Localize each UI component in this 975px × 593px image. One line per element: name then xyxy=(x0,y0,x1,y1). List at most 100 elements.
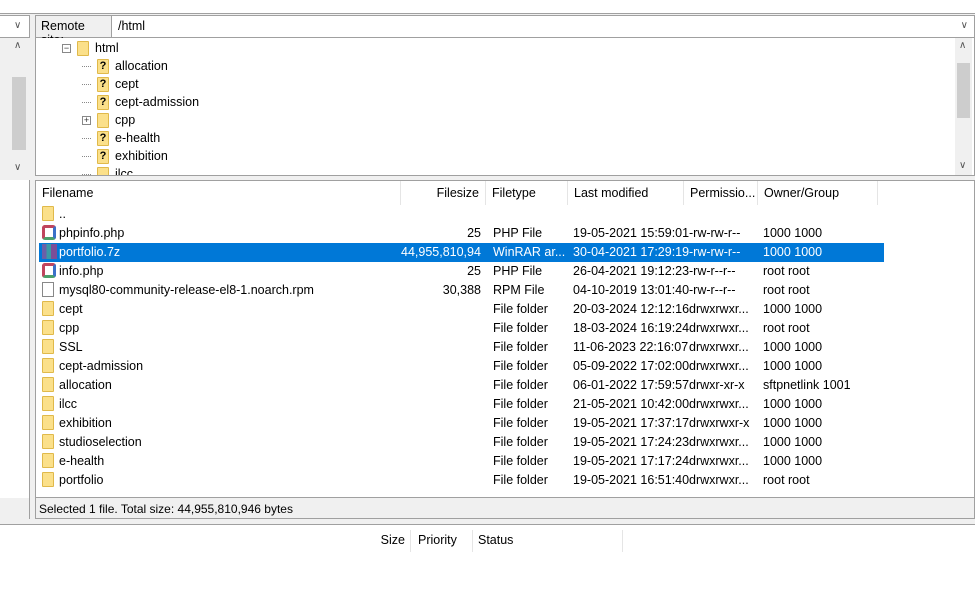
remote-file-list[interactable]: Filename Filesize Filetype Last modified Per… xyxy=(35,180,975,498)
file-name: cpp xyxy=(59,321,80,335)
file-row[interactable]: allocation File folder 06-01-2022 17:59:… xyxy=(39,376,884,395)
folder-icon xyxy=(42,377,54,392)
folder-icon xyxy=(97,166,109,175)
file-owner: root root xyxy=(763,283,810,297)
file-row[interactable]: info.php 25 PHP File 26-04-2021 19:12:23… xyxy=(39,262,884,281)
folder-icon xyxy=(42,206,54,221)
file-name: allocation xyxy=(59,378,112,392)
file-name: e-health xyxy=(59,454,105,468)
file-owner: 1000 1000 xyxy=(763,397,823,411)
archive-icon xyxy=(42,244,57,259)
file-owner: 1000 1000 xyxy=(763,226,823,240)
file-row[interactable]: exhibition File folder 19-05-2021 17:37:… xyxy=(39,414,884,433)
file-type: File folder xyxy=(493,378,548,392)
chevron-down-icon[interactable]: ∨ xyxy=(959,160,966,171)
file-row[interactable]: e-health File folder 19-05-2021 17:17:24… xyxy=(39,452,884,471)
tree-line xyxy=(82,137,91,139)
local-file-list[interactable] xyxy=(0,180,30,498)
file-permissions: drwxrwxr... xyxy=(689,321,749,335)
file-row[interactable]: cept File folder 20-03-2024 12:12:16 drw… xyxy=(39,300,884,319)
folder-icon xyxy=(42,453,54,468)
chevron-up-icon[interactable]: ∧ xyxy=(959,40,966,51)
file-row[interactable]: cept-admission File folder 05-09-2022 17… xyxy=(39,357,884,376)
file-type: PHP File xyxy=(493,264,543,278)
file-permissions: drwxrwxr... xyxy=(689,435,749,449)
column-header-type[interactable]: Filetype xyxy=(486,181,568,205)
php-file-icon xyxy=(42,225,56,240)
scrollbar-thumb[interactable] xyxy=(12,77,26,150)
tree-item[interactable]: ? exhibition xyxy=(82,147,168,165)
chevron-down-icon: ∨ xyxy=(14,20,22,31)
tree-item[interactable]: ? cept-admission xyxy=(82,93,199,111)
file-type: File folder xyxy=(493,321,548,335)
tree-item[interactable]: + cpp xyxy=(82,111,135,129)
file-modified: 19-05-2021 16:51:40 xyxy=(573,473,690,487)
queue-col-status[interactable]: Status xyxy=(473,530,623,552)
column-header-modified[interactable]: Last modified xyxy=(568,181,684,205)
minus-expander-icon[interactable]: − xyxy=(62,43,71,53)
tree-item[interactable]: ? allocation xyxy=(82,57,168,75)
tree-item[interactable]: − html xyxy=(62,39,119,57)
file-name: portfolio xyxy=(59,473,104,487)
file-owner: 1000 1000 xyxy=(763,454,823,468)
folder-icon xyxy=(42,434,54,449)
file-owner: 1000 1000 xyxy=(763,340,823,354)
folder-icon xyxy=(42,339,54,354)
tree-line xyxy=(82,83,91,85)
file-name: ilcc xyxy=(59,397,78,411)
remote-path-input[interactable]: /html xyxy=(118,19,145,33)
tree-line xyxy=(82,155,91,157)
tree-item[interactable]: ? cept xyxy=(82,75,139,93)
file-name: SSL xyxy=(59,340,83,354)
file-name: studioselection xyxy=(59,435,142,449)
file-name: .. xyxy=(59,207,66,221)
file-row[interactable]: .. xyxy=(39,205,884,224)
folder-unknown-icon: ? xyxy=(97,58,109,74)
file-permissions: -rw-rw-r-- xyxy=(689,245,741,259)
file-row[interactable]: mysql80-community-release-el8-1.noarch.r… xyxy=(39,281,884,300)
file-row[interactable]: portfolio.7z 44,955,810,946 WinRAR ar...… xyxy=(39,243,884,262)
tree-scrollbar[interactable]: ∧ ∨ xyxy=(955,38,972,175)
file-size: 25 xyxy=(467,264,481,278)
local-site-dropdown[interactable]: ∨ xyxy=(0,15,30,38)
file-modified: 05-09-2022 17:02:00 xyxy=(573,359,690,373)
queue-col-priority[interactable]: Priority xyxy=(413,530,473,552)
file-size: 30,388 xyxy=(442,283,481,297)
folder-icon xyxy=(42,396,54,411)
column-header-name[interactable]: Filename xyxy=(36,181,401,205)
tree-item[interactable]: ilcc xyxy=(82,165,133,175)
file-name: info.php xyxy=(59,264,104,278)
tree-item[interactable]: ? e-health xyxy=(82,129,160,147)
scrollbar-thumb[interactable] xyxy=(957,63,970,118)
remote-directory-tree[interactable]: ∧ ∨ − html? allocation? cept? cept-admission… xyxy=(35,38,975,176)
transfer-queue[interactable]: Size Priority Status xyxy=(0,524,975,593)
chevron-down-icon[interactable]: ∨ xyxy=(14,162,21,173)
tree-line xyxy=(82,101,91,103)
column-header-owner[interactable]: Owner/Group xyxy=(758,181,878,205)
file-row[interactable]: ilcc File folder 21-05-2021 10:42:00 drw… xyxy=(39,395,884,414)
file-row[interactable]: phpinfo.php 25 PHP File 19-05-2021 15:59… xyxy=(39,224,884,243)
chevron-up-icon[interactable]: ∧ xyxy=(14,40,21,51)
file-permissions: drwxrwxr... xyxy=(689,397,749,411)
file-name: exhibition xyxy=(59,416,112,430)
chevron-down-icon[interactable]: ∨ xyxy=(961,20,968,31)
file-size: 44,955,810,946 xyxy=(401,245,481,259)
top-strip xyxy=(0,0,975,14)
file-row[interactable]: portfolio File folder 19-05-2021 16:51:4… xyxy=(39,471,884,490)
tree-item-label: cept-admission xyxy=(115,95,200,109)
file-modified: 26-04-2021 19:12:23 xyxy=(573,264,690,278)
tree-item-label: exhibition xyxy=(115,149,168,163)
file-row[interactable]: SSL File folder 11-06-2023 22:16:07 drwx… xyxy=(39,338,884,357)
file-row[interactable]: studioselection File folder 19-05-2021 1… xyxy=(39,433,884,452)
file-modified: 20-03-2024 12:12:16 xyxy=(573,302,690,316)
file-owner: sftpnetlink 1001 xyxy=(763,378,851,392)
column-header-size[interactable]: Filesize xyxy=(401,181,486,205)
file-owner: 1000 1000 xyxy=(763,302,823,316)
tree-item-label: cept xyxy=(115,77,139,91)
queue-col-size[interactable]: Size xyxy=(333,530,411,552)
file-owner: 1000 1000 xyxy=(763,416,823,430)
plus-expander-icon[interactable]: + xyxy=(82,115,91,125)
file-owner: root root xyxy=(763,321,810,335)
column-header-perm[interactable]: Permissio... xyxy=(684,181,758,205)
file-row[interactable]: cpp File folder 18-03-2024 16:19:24 drwx… xyxy=(39,319,884,338)
